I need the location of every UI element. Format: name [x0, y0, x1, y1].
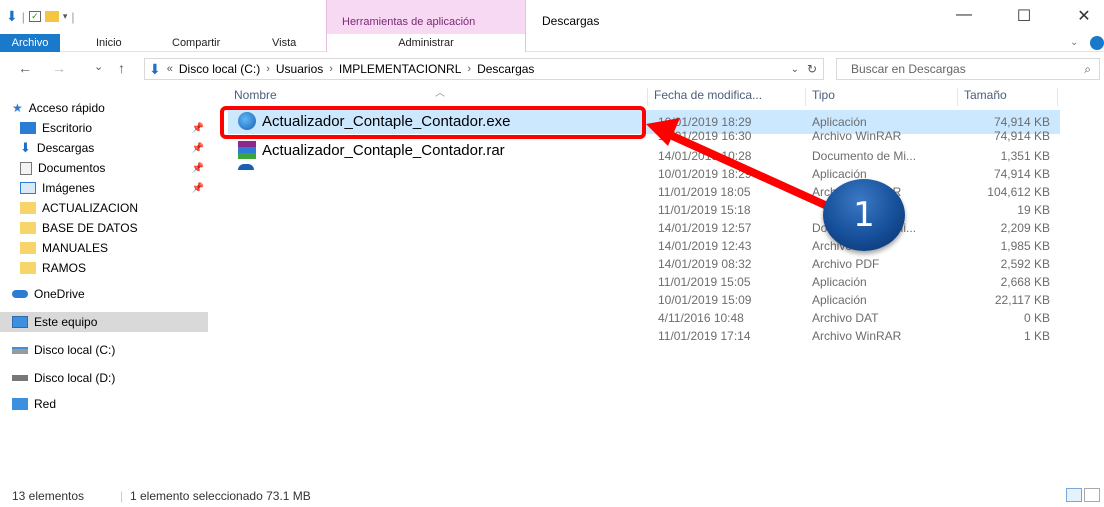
callout-arrow [646, 118, 840, 214]
details-view-icon[interactable] [1066, 488, 1082, 502]
status-bar: 13 elementos | 1 elemento seleccionado 7… [0, 486, 1104, 507]
large-icons-view-icon[interactable] [1084, 488, 1100, 502]
status-separator: | [120, 489, 124, 503]
item-count: 13 elementos [12, 489, 85, 503]
selection-info: 1 elemento seleccionado 73.1 MB [130, 489, 311, 503]
view-toggle [1066, 488, 1100, 502]
step-number-badge: 1 [823, 179, 905, 251]
